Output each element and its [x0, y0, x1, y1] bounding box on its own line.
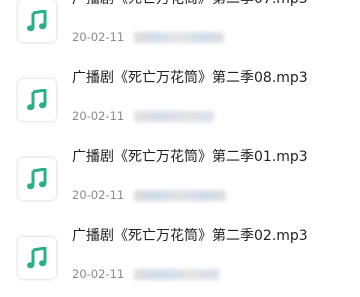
file-name: 广播剧《死亡万花筒》第二季02.mp3 [72, 228, 308, 244]
audio-file-thumbnail [18, 237, 56, 279]
audio-file-thumbnail [18, 0, 56, 42]
music-note-icon [27, 89, 47, 111]
file-meta: 20-02-11 [72, 108, 215, 124]
file-name: 广播剧《死亡万花筒》第二季08.mp3 [72, 70, 308, 86]
file-meta: 20-02-11 [72, 29, 225, 45]
audio-file-thumbnail [18, 79, 56, 121]
music-note-icon [27, 168, 47, 190]
file-meta: 20-02-11 [72, 266, 220, 282]
file-date: 20-02-11 [72, 188, 125, 202]
file-name: 广播剧《死亡万花筒》第二季01.mp3 [72, 149, 308, 165]
redacted-info [134, 110, 215, 122]
file-list-item[interactable]: 广播剧《死亡万花筒》第二季01.mp3 20-02-11 [0, 139, 360, 218]
file-list: 广播剧《死亡万花筒》第二季07.mp3 20-02-11 广播剧《死亡万花筒》第… [0, 0, 360, 297]
file-meta: 20-02-11 [72, 187, 227, 203]
file-list-item[interactable]: 广播剧《死亡万花筒》第二季08.mp3 20-02-11 [0, 60, 360, 139]
file-date: 20-02-11 [72, 30, 125, 44]
file-name: 广播剧《死亡万花筒》第二季07.mp3 [72, 0, 348, 8]
music-note-icon [27, 10, 47, 32]
redacted-info [134, 268, 220, 280]
file-date: 20-02-11 [72, 109, 125, 123]
file-date: 20-02-11 [72, 267, 125, 281]
redacted-info [134, 189, 227, 201]
audio-file-thumbnail [18, 158, 56, 200]
file-list-item[interactable]: 广播剧《死亡万花筒》第二季07.mp3 20-02-11 [0, 0, 360, 60]
file-list-item[interactable]: 广播剧《死亡万花筒》第二季02.mp3 20-02-11 [0, 218, 360, 297]
music-note-icon [27, 247, 47, 269]
redacted-info [134, 31, 225, 43]
